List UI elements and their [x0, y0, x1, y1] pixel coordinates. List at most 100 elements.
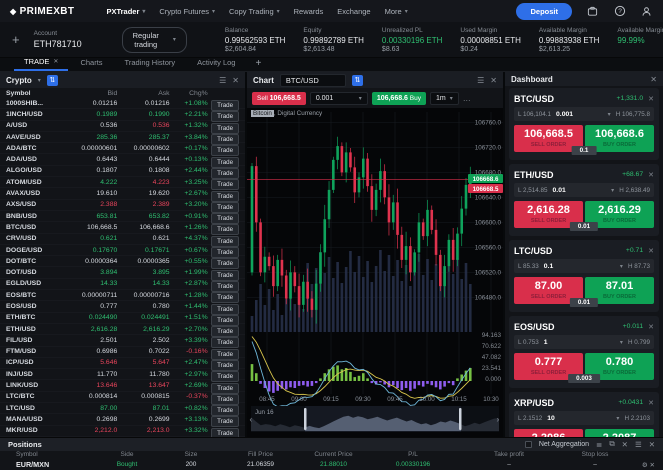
buy-button[interactable]: 106,668.6 Buy [372, 92, 426, 105]
svg-text:09:15: 09:15 [323, 396, 339, 403]
row-symbol: 1000SHIB... [6, 100, 65, 107]
positions-col-take-profit[interactable]: Take profit [456, 451, 562, 458]
positions-col-side[interactable]: Side [96, 451, 158, 458]
add-account-button[interactable]: + [12, 32, 20, 47]
trading-mode-dropdown[interactable]: Regular trading ▾ [122, 27, 187, 53]
positions-col-fill-price[interactable]: Fill Price [224, 451, 297, 458]
dashboard-card-eos-usd: EOS/USD+0.011✕L 0.7531▾H 0.7990.777SELL … [509, 316, 659, 388]
col-chg[interactable]: Chg% [170, 90, 208, 97]
card-lot-dropdown[interactable]: 0.001 [556, 111, 573, 118]
candlestick-chart[interactable]: 106668.6106668.5106760.0106720.0106680.0… [247, 108, 503, 437]
nav-item-crypto-futures[interactable]: Crypto Futures▾ [159, 7, 215, 16]
net-aggregation-checkbox[interactable] [525, 441, 532, 448]
chevron-down-icon: ▾ [611, 187, 614, 194]
user-icon[interactable] [640, 5, 653, 18]
help-icon[interactable]: ? [613, 5, 626, 18]
row-bid: 0.0000364 [65, 258, 117, 265]
nav-item-pxtrader[interactable]: PXTrader▾ [106, 7, 145, 16]
wallet-icon[interactable] [586, 5, 599, 18]
menu-icon[interactable]: ☰ [219, 76, 226, 85]
positions-col-current-price[interactable]: Current Price [297, 451, 370, 458]
watchlist-title[interactable]: Crypto [6, 76, 32, 85]
nav-item-rewards[interactable]: Rewards [294, 7, 324, 16]
card-high: H 106,775.8 [616, 111, 650, 118]
row-ask: 13.647 [117, 382, 169, 389]
card-lot-dropdown[interactable]: 0.1 [544, 263, 553, 270]
tab-activity-log[interactable]: Activity Log [187, 55, 245, 71]
col-symbol[interactable]: Symbol [6, 90, 65, 97]
close-card-icon[interactable]: ✕ [648, 399, 654, 407]
export-icon[interactable]: ⧉ [609, 439, 614, 449]
primexbt-logo[interactable]: ◆ PRIMEXBT [10, 6, 74, 17]
close-tab-icon[interactable]: ✕ [53, 58, 58, 65]
tab-trading-history[interactable]: Trading History [115, 55, 186, 71]
position-take-profit[interactable]: – [456, 461, 562, 468]
svg-text:106668.6: 106668.6 [473, 176, 499, 183]
stat-label: Equity [303, 27, 364, 34]
menu-icon[interactable]: ☰ [635, 440, 642, 449]
menu-icon[interactable]: ☰ [477, 76, 484, 85]
more-options-icon[interactable]: … [463, 94, 472, 103]
deposit-button[interactable]: Deposit [516, 3, 572, 20]
watchlist-row[interactable]: MKR/USD2,212.02,213.0+3.32%Trade [0, 426, 245, 437]
positions-col-p-l[interactable]: P/L [370, 451, 456, 458]
close-card-icon[interactable]: ✕ [648, 95, 654, 103]
close-position-icon[interactable]: ✕ [650, 462, 655, 469]
positions-col-size[interactable]: Size [158, 451, 224, 458]
edit-position-icon[interactable]: ⚙ [642, 462, 648, 469]
nav-item-more[interactable]: More▾ [385, 7, 408, 16]
row-symbol: ALGO/USD [6, 167, 65, 174]
nav-item-copy-trading[interactable]: Copy Trading▾ [229, 7, 280, 16]
row-bid: 3.894 [65, 269, 117, 276]
compare-symbols-icon[interactable]: ⇅ [352, 75, 363, 86]
position-row[interactable]: EUR/MXN Bought 200 21.06359 21.88010 0.0… [0, 459, 663, 470]
chart-legend: Bitcoin, Digital Currency [251, 110, 322, 117]
close-card-icon[interactable]: ✕ [648, 247, 654, 255]
svg-text:47.082: 47.082 [482, 354, 502, 361]
positions-col-stop-loss[interactable]: Stop loss [562, 451, 628, 458]
close-icon[interactable]: ✕ [650, 75, 657, 84]
card-lot-dropdown[interactable]: 0.01 [553, 187, 566, 194]
card-change: +0.0431 [618, 399, 643, 406]
position-stop-loss[interactable]: – [562, 461, 628, 468]
card-high: H 87.73 [628, 263, 650, 270]
positions-col-symbol[interactable]: Symbol [16, 451, 96, 458]
sell-order-button[interactable]: 2.2086SELL ORDER [514, 429, 583, 437]
card-lot-dropdown[interactable]: 10 [547, 415, 555, 422]
col-ask[interactable]: Ask [117, 90, 169, 97]
buy-order-button[interactable]: 2.2087BUY ORDER [585, 429, 654, 437]
row-change: +3.25% [170, 179, 208, 186]
close-card-icon[interactable]: ✕ [648, 171, 654, 179]
rows-icon[interactable]: ≣ [596, 440, 602, 449]
card-lot-dropdown[interactable]: 1 [544, 339, 548, 346]
quantity-dropdown[interactable]: 0.001▾ [310, 92, 368, 105]
nav-item-label: More [385, 7, 402, 16]
tab-trade[interactable]: TRADE✕ [14, 55, 68, 71]
close-card-icon[interactable]: ✕ [648, 323, 654, 331]
sell-price: 2,616.28 [514, 204, 583, 216]
row-symbol: A/USD [6, 122, 65, 129]
timeframe-dropdown[interactable]: 1m▾ [430, 92, 459, 105]
close-icon[interactable]: ✕ [490, 76, 497, 85]
svg-text:0.000: 0.000 [485, 376, 501, 383]
stat-label: Available Margin [539, 27, 600, 34]
close-icon[interactable]: ✕ [232, 76, 239, 85]
chart-symbol-input[interactable]: BTC/USD [280, 74, 346, 87]
tab-charts[interactable]: Charts [70, 55, 112, 71]
stat-value: 0.00330196 ETH [382, 36, 443, 45]
row-ask: 0.2699 [117, 416, 169, 423]
row-symbol: AXS/USD [6, 201, 65, 208]
add-tab-button[interactable]: + [247, 58, 269, 71]
trade-button[interactable]: Trade [211, 428, 239, 437]
row-change: +0.67% [170, 247, 208, 254]
sell-button[interactable]: Sell 106,668.5 [252, 92, 306, 105]
clear-icon[interactable]: ✕ [622, 440, 628, 449]
sell-price: 87.00 [514, 280, 583, 292]
row-symbol: MKR/USD [6, 427, 65, 434]
close-icon[interactable]: ✕ [649, 440, 655, 449]
nav-item-exchange[interactable]: Exchange [337, 7, 370, 16]
account-stat: Balance0.99562593 ETH$2,604.84 [225, 27, 286, 53]
col-bid[interactable]: Bid [65, 90, 117, 97]
compare-symbols-icon[interactable]: ⇅ [47, 75, 58, 86]
chart-area[interactable]: Bitcoin, Digital Currency 106668.6106668… [247, 108, 503, 437]
